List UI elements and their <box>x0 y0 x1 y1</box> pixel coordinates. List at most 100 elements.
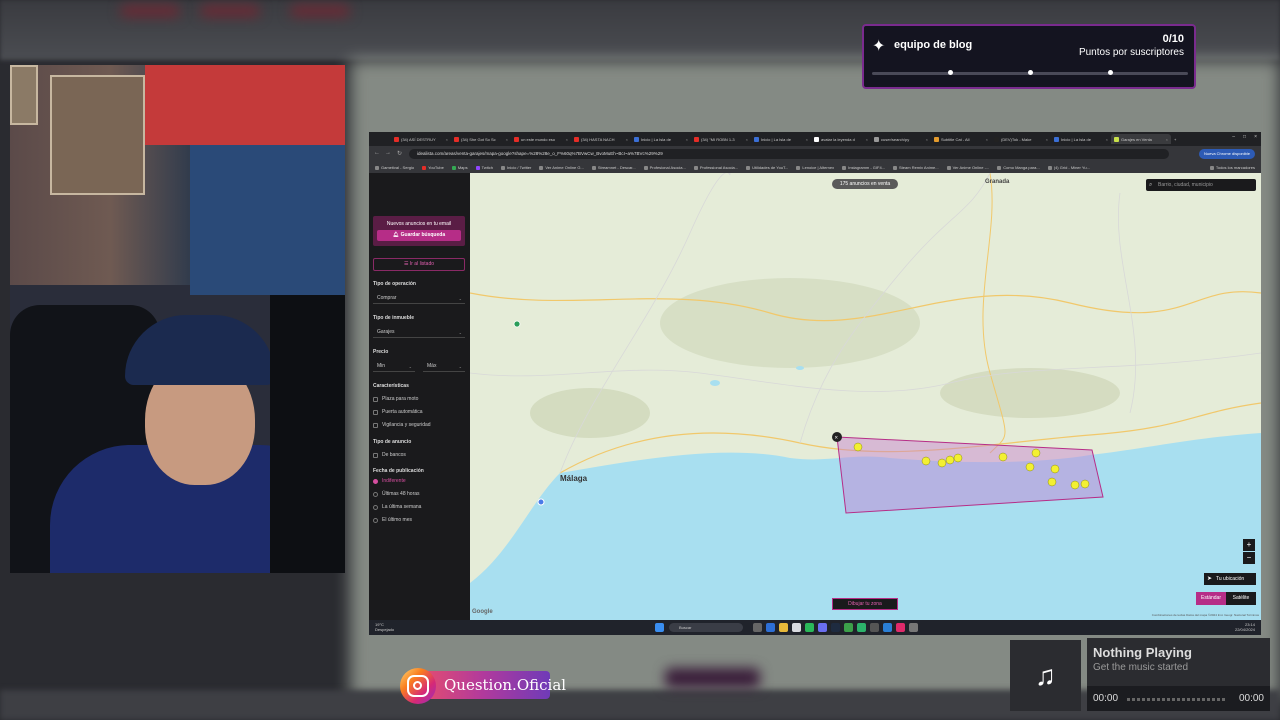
bookmark[interactable]: Steam Remix Anime... <box>893 165 939 170</box>
chrome-update-badge[interactable]: Nueva Chrome disponible <box>1199 149 1255 159</box>
close-icon[interactable]: × <box>1166 137 1168 142</box>
windows-start-icon[interactable] <box>655 623 664 632</box>
checkbox[interactable] <box>373 452 378 458</box>
app-icon[interactable] <box>870 623 879 632</box>
app-icon[interactable] <box>766 623 775 632</box>
pub-date-radio[interactable]: Indiferente <box>373 478 406 484</box>
task-view-icon[interactable] <box>753 623 762 632</box>
radio[interactable] <box>373 491 378 497</box>
bookmark[interactable]: Maps <box>451 165 468 170</box>
listing-marker[interactable] <box>853 442 863 452</box>
app-icon[interactable] <box>883 623 892 632</box>
taskbar-search[interactable]: Buscar <box>669 623 743 632</box>
browser-tab-active[interactable]: Garajes en Venta × <box>1111 134 1171 144</box>
listing-marker[interactable] <box>1025 462 1035 472</box>
map-type-satellite[interactable]: Satélite <box>1226 592 1256 605</box>
close-icon[interactable]: × <box>866 137 868 142</box>
close-icon[interactable]: × <box>506 137 508 142</box>
back-icon[interactable]: ← <box>374 150 380 156</box>
bookmark[interactable]: (4) Grid - Miner Yu... <box>1047 165 1090 170</box>
go-to-list-button[interactable]: ☰ Ir al listado <box>373 258 465 271</box>
app-icon[interactable] <box>896 623 905 632</box>
bookmark[interactable]: Ver Anime Online G... <box>539 165 584 170</box>
listing-marker[interactable] <box>953 453 963 463</box>
bookmark[interactable]: Profesional Asocia... <box>643 165 686 170</box>
close-icon[interactable]: × <box>1046 137 1048 142</box>
listing-marker[interactable] <box>1050 464 1060 474</box>
close-icon[interactable]: × <box>566 137 568 142</box>
close-icon[interactable]: × <box>926 137 928 142</box>
pub-date-radio[interactable]: El último mes <box>373 517 412 523</box>
close-icon[interactable]: × <box>746 137 748 142</box>
new-tab-button[interactable]: + <box>1171 134 1181 144</box>
bookmark[interactable]: Instagramm - GIF4... <box>842 165 885 170</box>
bookmark[interactable]: YouTube <box>422 165 444 170</box>
maximize-icon[interactable]: □ <box>1243 134 1246 140</box>
checkbox[interactable] <box>373 422 378 428</box>
save-search-button[interactable]: 🔔︎ Guardar búsqueda <box>377 230 461 241</box>
browser-tab[interactable]: Subtitle Cat - All × <box>931 134 991 144</box>
pub-date-radio[interactable]: La última semana <box>373 504 421 510</box>
zoom-in-button[interactable]: + <box>1243 539 1255 551</box>
browser-tab[interactable]: avatar la leyenda d × <box>811 134 871 144</box>
price-min-select[interactable]: Min ⌄ <box>373 361 415 372</box>
radio-selected[interactable] <box>373 478 378 484</box>
radio[interactable] <box>373 517 378 523</box>
bookmark[interactable]: Ver Anime Online -... <box>946 165 989 170</box>
browser-tab[interactable]: Inicio | La Isla de × <box>751 134 811 144</box>
listing-marker[interactable] <box>1047 477 1057 487</box>
listing-marker[interactable] <box>1080 479 1090 489</box>
map-type-standard[interactable]: Estándar <box>1196 592 1226 605</box>
close-icon[interactable]: × <box>806 137 808 142</box>
map-view[interactable]: × Granada Málaga 175 anuncios en venta ⌕… <box>470 173 1261 620</box>
app-icon[interactable] <box>792 623 801 632</box>
bookmark[interactable]: Twitch <box>475 165 493 170</box>
chrome-icon[interactable] <box>844 623 853 632</box>
app-icon[interactable] <box>805 623 814 632</box>
bookmark[interactable]: Streamnet - Descar... <box>591 165 636 170</box>
close-icon[interactable]: × <box>686 137 688 142</box>
ad-type-checkbox[interactable]: De bancos <box>373 452 406 458</box>
feature-checkbox[interactable]: Plaza para moto <box>373 396 418 402</box>
weather-widget[interactable]: 19°C Despejado <box>375 622 394 632</box>
steam-icon[interactable] <box>831 623 840 632</box>
discord-icon[interactable] <box>818 623 827 632</box>
bookmark[interactable]: Inicio / Twitter <box>500 165 531 170</box>
bookmark[interactable]: Lenoice | Alternex <box>796 165 834 170</box>
obs-icon[interactable] <box>909 623 918 632</box>
close-icon[interactable]: × <box>626 137 628 142</box>
map-search-input[interactable]: ⌕ Barrio, ciudad, municipio <box>1146 179 1256 191</box>
app-icon[interactable] <box>857 623 866 632</box>
browser-tab[interactable]: Inicio | La Isla de × <box>631 134 691 144</box>
property-type-select[interactable]: Garajes ⌄ <box>373 327 465 338</box>
browser-tab[interactable]: (34) "MI ROBN 1-3 × <box>691 134 751 144</box>
feature-checkbox[interactable]: Puerta automática <box>373 409 423 415</box>
listing-marker[interactable] <box>998 452 1008 462</box>
listing-marker[interactable] <box>937 458 947 468</box>
zoom-out-button[interactable]: − <box>1243 552 1255 564</box>
price-max-select[interactable]: Máx ⌄ <box>423 361 465 372</box>
reload-icon[interactable]: ↻ <box>397 150 402 157</box>
url-bar[interactable]: idealista.com/areas/venta-garajes/mapa-g… <box>409 149 1169 159</box>
forward-icon[interactable]: → <box>385 150 391 156</box>
browser-tab[interactable]: (34) She Got So Sc × <box>451 134 511 144</box>
feature-checkbox[interactable]: Vigilancia y seguridad <box>373 422 431 428</box>
listing-marker[interactable] <box>1070 480 1080 490</box>
operation-select[interactable]: Comprar ⌄ <box>373 293 465 304</box>
listing-marker[interactable] <box>945 455 955 465</box>
browser-tab[interactable]: (34) ASÍ DESTRUY × <box>391 134 451 144</box>
map-canvas[interactable]: × <box>470 173 1261 620</box>
bookmark[interactable]: Gametival - Sergio <box>375 165 414 170</box>
checkbox[interactable] <box>373 409 378 415</box>
bookmark[interactable]: Como Manga para... <box>997 165 1040 170</box>
bookmark[interactable]: Utilidades de YouT... <box>746 165 788 170</box>
my-location-button[interactable]: ➤ Tu ubicación <box>1204 573 1256 585</box>
listing-marker[interactable] <box>1031 448 1041 458</box>
pub-date-radio[interactable]: Últimas 48 horas <box>373 491 420 497</box>
system-tray[interactable]: 23:14 22/04/2024 <box>1235 622 1255 632</box>
close-window-icon[interactable]: × <box>1254 134 1257 140</box>
bookmark[interactable]: Professional Asocia... <box>693 165 738 170</box>
browser-tab[interactable]: cuser/search/py × <box>871 134 931 144</box>
browser-tab[interactable]: Inicio | La Isla de × <box>1051 134 1111 144</box>
checkbox[interactable] <box>373 396 378 402</box>
